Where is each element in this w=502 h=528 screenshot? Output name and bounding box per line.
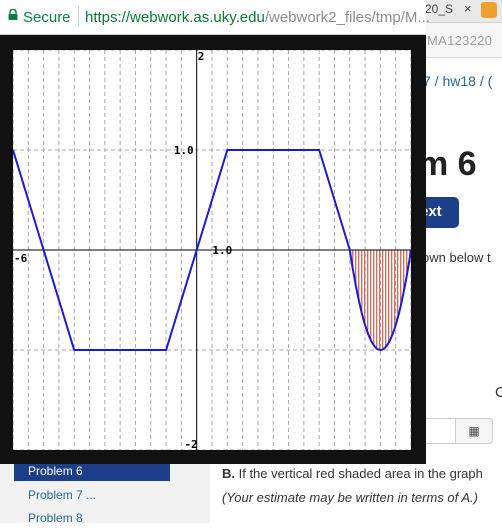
- background-address-text: MA123220: [427, 33, 493, 48]
- background-address-bar[interactable]: MA123220: [415, 23, 502, 58]
- y-tick-label-top: 2: [198, 50, 205, 63]
- estimate-note: (Your estimate may be written in terms o…: [222, 490, 478, 505]
- y-tick-label-one: 1.0: [174, 144, 194, 157]
- part-b-label: B.: [222, 466, 235, 481]
- breadcrumb[interactable]: 7 / hw18 / (: [423, 73, 492, 89]
- x-tick-label-one: 1.0: [212, 244, 232, 257]
- sidebar-item-label: Problem 7 ...: [28, 488, 97, 502]
- part-b-question: If the vertical red shaded area in the g…: [235, 466, 483, 481]
- x-tick-label-left: -6: [14, 252, 28, 265]
- popup-address-bar[interactable]: Secure https://webwork.as.uky.edu/webwor…: [0, 0, 430, 35]
- sidebar-item-problem-8[interactable]: Problem 8: [14, 508, 170, 528]
- graph-popup-window: Secure https://webwork.as.uky.edu/webwor…: [0, 0, 430, 464]
- favicon-icon: [481, 2, 497, 18]
- secure-label: Secure: [23, 9, 71, 26]
- popup-url[interactable]: https://webwork.as.uky.edu/webwork2_file…: [85, 9, 430, 26]
- y-tick-label-bottom: -2: [184, 438, 197, 450]
- graph-canvas: 2 1.0 -6 1.0 -2: [13, 50, 411, 450]
- problem-sidebar: Problem 6 Problem 7 ... Problem 8: [0, 458, 210, 525]
- url-host: https://webwork.as.uky.edu: [85, 9, 265, 26]
- address-divider: [78, 6, 79, 26]
- lock-icon: [8, 9, 18, 20]
- sidebar-item-label: Problem 6: [28, 464, 83, 478]
- part-c-label: C: [495, 384, 502, 401]
- close-icon[interactable]: ×: [464, 1, 472, 16]
- function-graph: 2 1.0 -6 1.0 -2: [13, 50, 411, 450]
- sidebar-item-problem-7[interactable]: Problem 7 ...: [14, 485, 170, 505]
- part-b-text: B. If the vertical red shaded area in th…: [222, 466, 483, 481]
- keypad-icon[interactable]: ▦: [455, 418, 493, 444]
- url-path: /webwork2_files/tmp/M...: [264, 9, 430, 26]
- page-title: m 6: [418, 145, 477, 183]
- sidebar-item-problem-6[interactable]: Problem 6: [14, 461, 170, 481]
- problem-text: own below t: [422, 250, 491, 265]
